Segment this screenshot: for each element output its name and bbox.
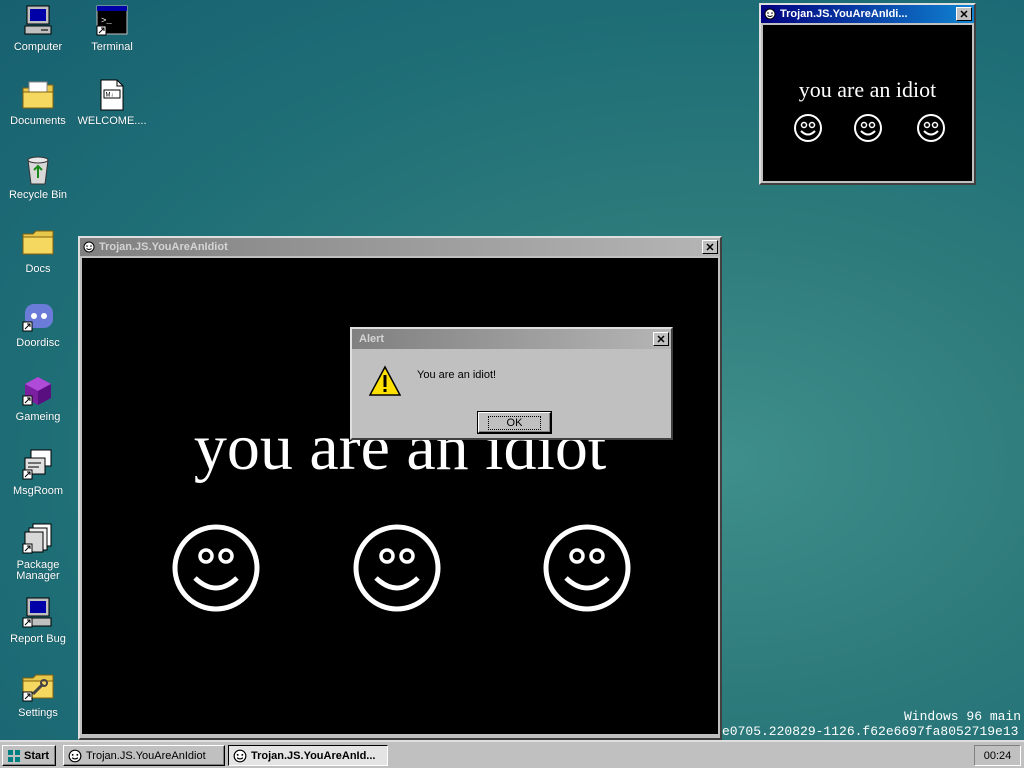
taskbar-item-label: Trojan.JS.YouAreAnIdiot xyxy=(86,749,206,762)
alert-dialog[interactable]: Alert ✕ You are an idiot! OK xyxy=(350,327,673,440)
ok-button[interactable]: OK xyxy=(477,411,552,434)
report-bug-icon xyxy=(21,596,55,630)
small-idiot-window[interactable]: Trojan.JS.YouAreAnIdi... ✕ you are an id… xyxy=(759,3,976,185)
desktop-icon-label: WELCOME.... xyxy=(77,115,147,127)
desktop-icon-label: Settings xyxy=(18,707,58,719)
desktop-icon-doordisc[interactable]: Doordisc xyxy=(0,300,76,349)
desktop-icon-label: Gameing xyxy=(15,411,61,423)
main-window-titlebar[interactable]: Trojan.JS.YouAreAnIdiot ✕ xyxy=(80,238,720,256)
desktop-icon-label: Computer xyxy=(13,41,63,53)
recycle-bin-icon xyxy=(21,152,55,186)
smiley-icon xyxy=(854,114,882,142)
taskbar-item-active[interactable]: Trojan.JS.YouAreAnId... xyxy=(228,745,388,766)
start-button[interactable]: Start xyxy=(2,745,56,766)
desktop-icon-label: Terminal xyxy=(91,41,133,53)
desktop-icon-report-bug[interactable]: Report Bug xyxy=(0,596,76,645)
desktop-icon-label: Documents xyxy=(10,115,66,127)
desktop-icon-msgroom[interactable]: MsgRoom xyxy=(0,448,76,497)
msgroom-icon xyxy=(21,448,55,482)
close-button[interactable]: ✕ xyxy=(956,7,972,21)
computer-icon xyxy=(21,4,55,38)
ok-button-label: OK xyxy=(487,415,542,430)
cube-icon xyxy=(21,374,55,408)
smiley-icon xyxy=(83,241,95,253)
package-manager-icon xyxy=(21,522,55,556)
smiley-icon xyxy=(917,114,945,142)
system-tray-clock[interactable]: 00:24 xyxy=(974,745,1021,766)
desktop-icon-computer[interactable]: Computer xyxy=(0,4,76,53)
folder-icon xyxy=(21,226,55,260)
alert-message: You are an idiot! xyxy=(417,369,497,381)
desktop-icon-label: Docs xyxy=(25,263,51,275)
desktop-icon-settings[interactable]: Settings xyxy=(0,670,76,719)
smiley-row xyxy=(172,524,631,612)
close-icon: ✕ xyxy=(656,333,666,346)
warning-icon xyxy=(368,365,402,396)
smiley-icon xyxy=(233,749,247,762)
small-window-content: you are an idiot xyxy=(763,25,972,181)
smiley-icon xyxy=(794,114,822,142)
desktop-icon-label: Package Manager xyxy=(16,559,60,582)
smiley-icon xyxy=(543,524,631,612)
main-idiot-window[interactable]: Trojan.JS.YouAreAnIdiot ✕ you are an idi… xyxy=(78,236,722,740)
alert-body: You are an idiot! OK xyxy=(352,349,671,436)
close-button[interactable]: ✕ xyxy=(653,332,669,346)
start-logo-icon xyxy=(8,749,20,762)
alert-titlebar[interactable]: Alert ✕ xyxy=(352,329,671,349)
start-label: Start xyxy=(24,749,50,762)
documents-folder-icon xyxy=(21,78,55,112)
window-title: Trojan.JS.YouAreAnIdi... xyxy=(780,8,908,20)
svg-text:M↓: M↓ xyxy=(106,93,114,99)
desktop-icon-docs[interactable]: Docs xyxy=(0,226,76,275)
smiley-icon xyxy=(68,749,82,762)
desktop-icon-recycle-bin[interactable]: Recycle Bin xyxy=(0,152,76,201)
markdown-file-icon: M↓ xyxy=(95,78,129,112)
terminal-icon: >_ xyxy=(95,4,129,38)
taskbar-item-label: Trojan.JS.YouAreAnId... xyxy=(251,749,376,762)
alert-title: Alert xyxy=(359,333,385,345)
desktop-icon-documents[interactable]: Documents xyxy=(0,78,76,127)
smiley-icon xyxy=(172,524,260,612)
close-icon: ✕ xyxy=(959,8,969,21)
desktop-icon-gameing[interactable]: Gameing xyxy=(0,374,76,423)
smiley-icon xyxy=(764,8,776,20)
taskbar-item[interactable]: Trojan.JS.YouAreAnIdiot xyxy=(63,745,225,766)
desktop-icon-label: Recycle Bin xyxy=(8,189,68,201)
smiley-row xyxy=(794,114,945,142)
desktop-icon-terminal[interactable]: >_ Terminal xyxy=(74,4,150,53)
small-window-titlebar[interactable]: Trojan.JS.YouAreAnIdi... ✕ xyxy=(761,5,974,23)
smiley-icon xyxy=(353,524,441,612)
desktop-icon-welcome[interactable]: M↓ WELCOME.... xyxy=(74,78,150,127)
svg-text:>_: >_ xyxy=(101,16,112,26)
build-watermark-line2: e0705.220829-1126.f62e6697fa8052719e13 xyxy=(722,724,1019,739)
settings-icon xyxy=(21,670,55,704)
taskbar: Start Trojan.JS.YouAreAnIdiot Trojan.JS.… xyxy=(0,740,1024,768)
clock-text: 00:24 xyxy=(983,749,1012,762)
desktop-icon-label: Report Bug xyxy=(10,633,66,645)
close-button[interactable]: ✕ xyxy=(702,240,718,254)
window-title: Trojan.JS.YouAreAnIdiot xyxy=(99,241,228,253)
desktop-icon-label: MsgRoom xyxy=(12,485,64,497)
desktop-icon-package-manager[interactable]: Package Manager xyxy=(0,522,76,582)
idiot-text: you are an idiot xyxy=(798,77,937,102)
build-watermark-line1: Windows 96 main xyxy=(904,709,1022,724)
desktop-icon-label: Doordisc xyxy=(16,337,60,349)
doordisc-icon xyxy=(21,300,55,334)
close-icon: ✕ xyxy=(705,241,715,254)
